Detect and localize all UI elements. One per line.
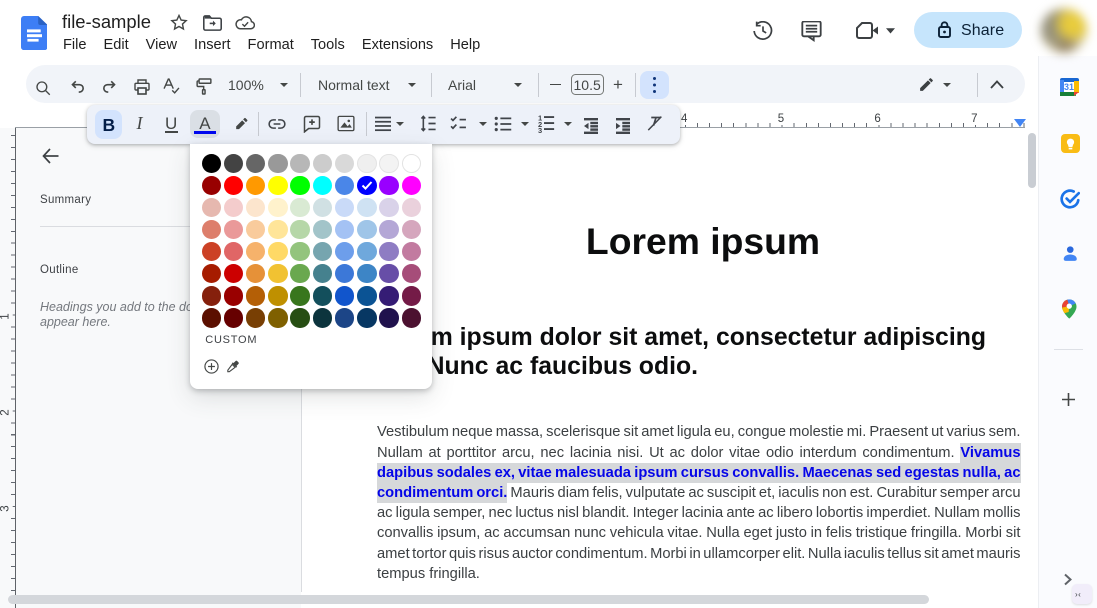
svg-text:31: 31	[1063, 82, 1073, 92]
svg-text:3: 3	[538, 126, 542, 133]
